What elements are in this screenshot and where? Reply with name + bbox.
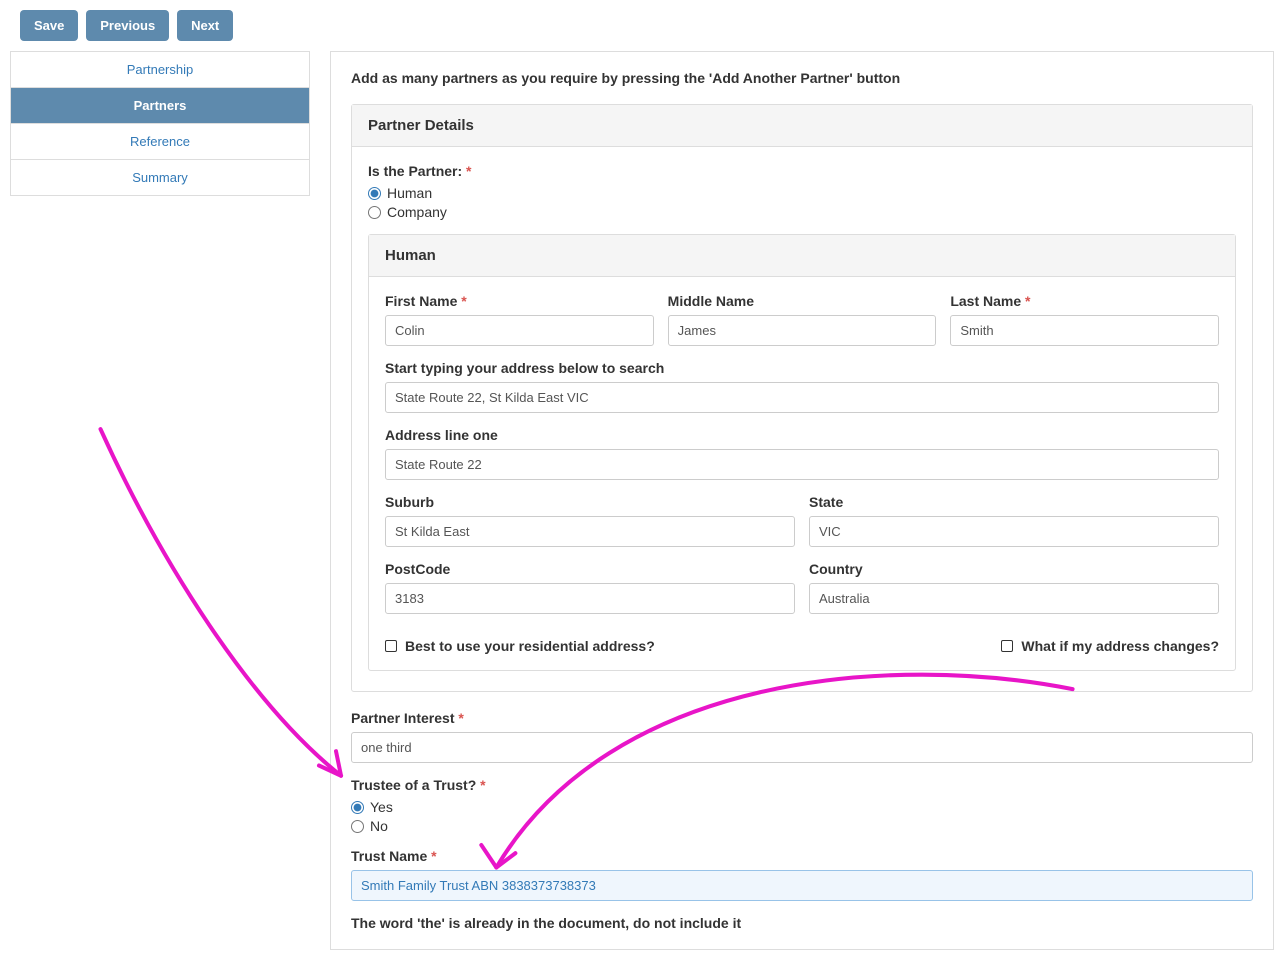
partner-type-company-label: Company [387, 204, 447, 220]
intro-text: Add as many partners as you require by p… [351, 70, 1253, 86]
suburb-label: Suburb [385, 494, 795, 510]
panel-heading-partner-details: Partner Details [352, 105, 1252, 147]
previous-button[interactable]: Previous [86, 10, 169, 41]
trust-name-input[interactable] [351, 870, 1253, 901]
human-panel: Human First Name * Middle Name [368, 234, 1236, 671]
first-name-label: First Name * [385, 293, 654, 309]
postcode-input[interactable] [385, 583, 795, 614]
help-icon [1001, 640, 1013, 652]
partner-details-panel: Partner Details Is the Partner: * Human … [351, 104, 1253, 692]
partner-interest-input[interactable] [351, 732, 1253, 763]
middle-name-input[interactable] [668, 315, 937, 346]
trustee-yes-radio[interactable] [351, 801, 364, 814]
country-input[interactable] [809, 583, 1219, 614]
postcode-label: PostCode [385, 561, 795, 577]
sidebar-item-reference[interactable]: Reference [11, 124, 309, 160]
help-address-changes[interactable]: What if my address changes? [1001, 638, 1219, 654]
sidebar-nav: Partnership Partners Reference Summary [10, 51, 310, 196]
partner-type-human-radio[interactable] [368, 187, 381, 200]
address-line1-input[interactable] [385, 449, 1219, 480]
sidebar-item-summary[interactable]: Summary [11, 160, 309, 195]
address-line1-label: Address line one [385, 427, 1219, 443]
panel-heading-human: Human [369, 235, 1235, 277]
trustee-yes-label: Yes [370, 799, 393, 815]
help-icon [385, 640, 397, 652]
address-search-input[interactable] [385, 382, 1219, 413]
middle-name-label: Middle Name [668, 293, 937, 309]
trust-name-label: Trust Name * [351, 848, 1253, 864]
next-button[interactable]: Next [177, 10, 233, 41]
partner-type-label: Is the Partner: * [368, 163, 1236, 179]
sidebar-item-partnership[interactable]: Partnership [11, 52, 309, 88]
suburb-input[interactable] [385, 516, 795, 547]
main-content: Add as many partners as you require by p… [330, 51, 1274, 950]
top-button-bar: Save Previous Next [10, 10, 1274, 41]
state-input[interactable] [809, 516, 1219, 547]
sidebar-item-partners[interactable]: Partners [11, 88, 309, 124]
help-residential-address[interactable]: Best to use your residential address? [385, 638, 655, 654]
trust-name-note: The word 'the' is already in the documen… [351, 915, 1253, 931]
trustee-no-radio[interactable] [351, 820, 364, 833]
save-button[interactable]: Save [20, 10, 78, 41]
partner-type-company-radio[interactable] [368, 206, 381, 219]
trustee-label: Trustee of a Trust? * [351, 777, 1253, 793]
last-name-input[interactable] [950, 315, 1219, 346]
address-search-label: Start typing your address below to searc… [385, 360, 1219, 376]
state-label: State [809, 494, 1219, 510]
partner-type-human-label: Human [387, 185, 432, 201]
country-label: Country [809, 561, 1219, 577]
partner-interest-label: Partner Interest * [351, 710, 1253, 726]
first-name-input[interactable] [385, 315, 654, 346]
last-name-label: Last Name * [950, 293, 1219, 309]
trustee-no-label: No [370, 818, 388, 834]
